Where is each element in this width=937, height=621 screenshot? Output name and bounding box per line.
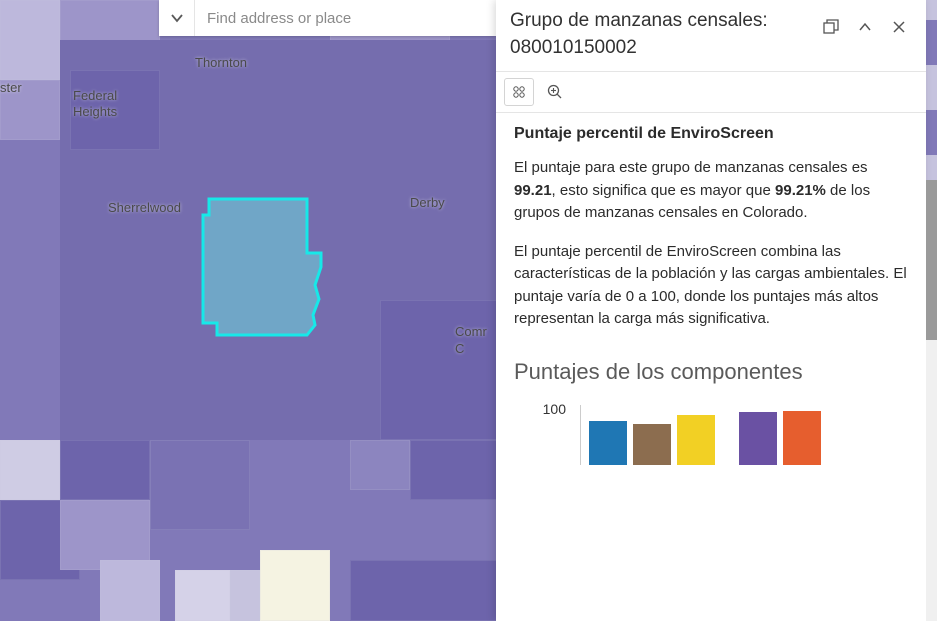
dock-button[interactable] (818, 14, 844, 40)
map-tile (0, 440, 60, 500)
map-tile (380, 300, 500, 440)
zoom-in-icon (546, 83, 564, 101)
para-text: , esto significa que es mayor que (552, 182, 775, 199)
close-button[interactable] (886, 14, 912, 40)
chevron-up-icon (857, 19, 873, 35)
search-bar (159, 0, 496, 36)
dock-icon (822, 18, 840, 36)
chart-bar (783, 411, 821, 465)
map-tile (230, 570, 260, 621)
chart-bar (739, 412, 777, 465)
map-city-label: ster (0, 80, 22, 95)
chevron-down-icon (170, 11, 184, 25)
popup-title-prefix: Grupo de manzanas censales: (510, 10, 768, 31)
zoom-to-button[interactable] (540, 78, 570, 106)
map-tile (350, 440, 410, 490)
close-icon (891, 19, 907, 35)
search-source-dropdown[interactable] (159, 0, 195, 36)
popup-title: Grupo de manzanas censales: 080010150002 (510, 8, 810, 61)
map-tile (350, 560, 500, 621)
map-tile (175, 570, 230, 621)
map-city-label: Thornton (195, 55, 247, 70)
popup-toolbar (496, 72, 926, 113)
map-tile (60, 440, 150, 500)
content-paragraph-1: El puntaje para este grupo de manzanas c… (514, 157, 908, 225)
popup-content[interactable]: Puntaje percentil de EnviroScreen El pun… (496, 113, 926, 621)
map-tile (260, 550, 330, 621)
content-paragraph-2: El puntaje percentil de EnviroScreen com… (514, 241, 908, 331)
map-city-label: Derby (410, 195, 445, 210)
para-text: El puntaje para este grupo de manzanas c… (514, 159, 868, 176)
chart-y-tick: 100 (526, 401, 566, 417)
content-heading: Puntaje percentil de EnviroScreen (514, 125, 908, 143)
select-feature-button[interactable] (504, 78, 534, 106)
chart-bar (633, 424, 671, 464)
map-city-label: ComrC (455, 324, 487, 358)
scrollbar-thumb[interactable] (926, 180, 937, 340)
map-tile (150, 440, 250, 530)
chart-bar (677, 415, 715, 464)
related-records-icon (511, 84, 527, 100)
component-scores-heading: Puntajes de los componentes (514, 359, 908, 385)
popup-header: Grupo de manzanas censales: 080010150002 (496, 0, 926, 72)
map-city-label: Sherrelwood (108, 200, 181, 215)
selected-feature-highlight[interactable] (195, 195, 325, 340)
map-city-label: FederalHeights (73, 88, 117, 119)
map-tile (0, 0, 60, 80)
score-value: 99.21 (514, 182, 552, 199)
percent-value: 99.21% (775, 182, 826, 199)
chart-bar (589, 421, 627, 465)
component-scores-chart: 100 (526, 405, 908, 470)
map-edge-strip (926, 0, 937, 180)
map-tile (100, 560, 160, 621)
chart-bars-area (580, 405, 821, 465)
popup-title-id: 080010150002 (510, 37, 637, 58)
feature-popup: Grupo de manzanas censales: 080010150002 (496, 0, 926, 621)
map-tile (410, 440, 500, 500)
search-input[interactable] (195, 0, 496, 36)
collapse-button[interactable] (852, 14, 878, 40)
